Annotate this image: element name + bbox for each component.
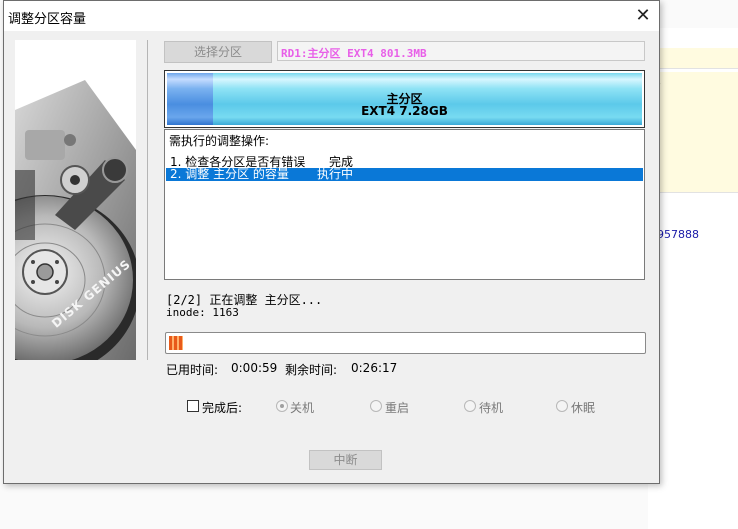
vertical-divider: [147, 40, 148, 360]
after-completion-checkbox[interactable]: [187, 400, 199, 412]
background-table-row: [648, 132, 738, 153]
radio-standby-label[interactable]: 待机: [479, 399, 503, 416]
background-table-row: [648, 48, 738, 69]
partition-info-field: RD1:主分区 EXT4 801.3MB: [277, 41, 645, 61]
radio-standby[interactable]: [464, 400, 476, 412]
dialog-titlebar[interactable]: 调整分区容量 ✕: [4, 1, 659, 31]
background-table-row: [648, 112, 738, 133]
operation-status: 执行中: [317, 167, 354, 181]
elapsed-time-label: 已用时间:: [166, 363, 219, 377]
elapsed-time-value: 0:00:59: [231, 361, 278, 375]
close-button[interactable]: ✕: [631, 4, 655, 28]
background-table-row: [648, 92, 738, 113]
radio-shutdown[interactable]: [276, 400, 288, 412]
operations-list[interactable]: 需执行的调整操作: 1. 检查各分区是否有错误 完成 2. 调整 主分区 的容量…: [164, 129, 645, 280]
progress-bar: [165, 332, 646, 354]
partition-bar-fill: 主分区 EXT4 7.28GB: [167, 73, 642, 125]
resize-partition-dialog: 调整分区容量 ✕ DISK GENIUS 选择分区 RD1:主分区 EXT4 8…: [3, 0, 660, 484]
select-partition-button[interactable]: 选择分区: [164, 41, 272, 63]
partition-bar[interactable]: 主分区 EXT4 7.28GB: [164, 70, 645, 128]
radio-hibernate[interactable]: [556, 400, 568, 412]
radio-shutdown-label[interactable]: 关机: [290, 399, 314, 416]
dialog-title: 调整分区容量: [8, 12, 87, 27]
remaining-time-label: 剩余时间:: [285, 363, 338, 377]
partition-detail: EXT4 7.28GB: [361, 104, 448, 118]
list-item-selected[interactable]: 2. 调整 主分区 的容量 执行中: [166, 168, 643, 181]
radio-hibernate-label[interactable]: 休眠: [571, 399, 595, 416]
radio-restart[interactable]: [370, 400, 382, 412]
progress-bar-fill: [169, 336, 183, 350]
operation-text: 2. 调整 主分区 的容量: [170, 167, 289, 181]
background-table-row: [648, 152, 738, 173]
disk-genius-artwork: DISK GENIUS: [15, 40, 136, 360]
partition-info-text: RD1:主分区 EXT4 801.3MB: [281, 47, 427, 60]
abort-button[interactable]: 中断: [309, 450, 382, 470]
after-completion-label[interactable]: 完成后:: [202, 399, 242, 416]
operations-header: 需执行的调整操作:: [169, 134, 270, 148]
background-table-row: [648, 172, 738, 193]
background-lower-pane: [648, 222, 738, 529]
background-table-row: [648, 72, 738, 93]
inode-text: inode: 1163: [166, 306, 239, 319]
remaining-time-value: 0:26:17: [351, 361, 398, 375]
radio-restart-label[interactable]: 重启: [385, 399, 409, 416]
